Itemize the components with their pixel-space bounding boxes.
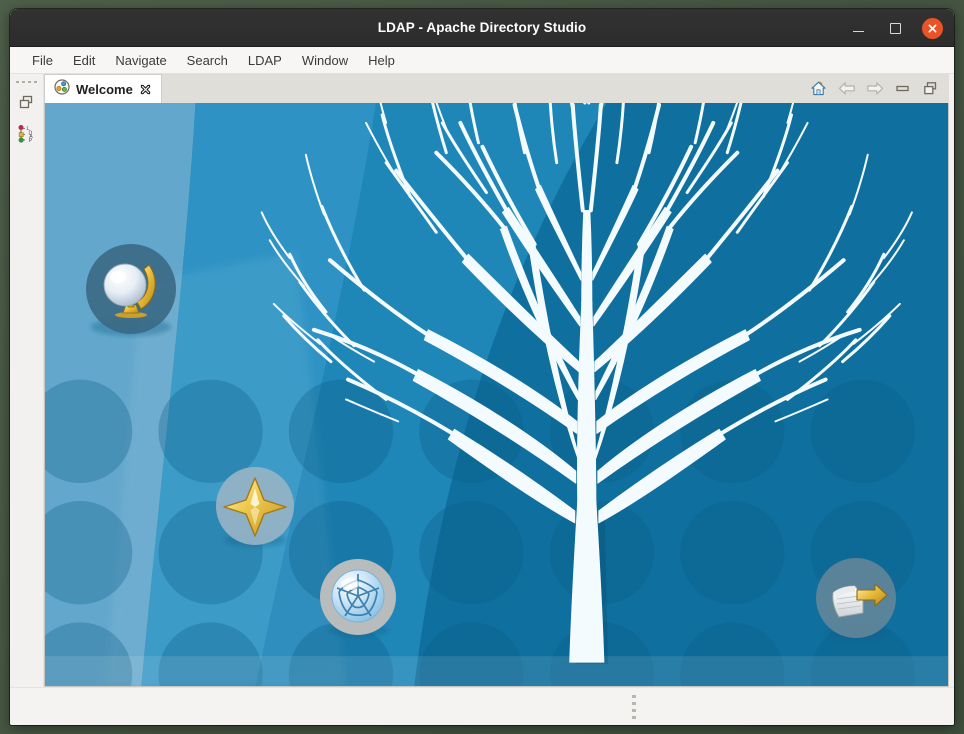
status-bar	[10, 687, 954, 725]
rail-drag-handle[interactable]	[15, 78, 38, 85]
menu-item-edit[interactable]: Edit	[63, 50, 105, 71]
restore-view-icon[interactable]	[13, 89, 41, 115]
desktop-background: LDAP - Apache Directory Studio File Edit…	[0, 0, 964, 734]
menu-item-ldap[interactable]: LDAP	[238, 50, 292, 71]
welcome-nav-workbench[interactable]	[813, 557, 899, 643]
editor-area: Welcome	[44, 74, 954, 687]
application-window: LDAP - Apache Directory Studio File Edit…	[10, 9, 954, 725]
maximize-icon	[889, 22, 901, 34]
close-icon[interactable]	[139, 82, 153, 96]
maximize-view-icon[interactable]	[921, 79, 940, 98]
back-arrow-icon[interactable]	[837, 79, 856, 98]
workbench: L D A P Welcome	[10, 74, 954, 687]
resize-grip[interactable]	[632, 695, 636, 719]
tab-welcome[interactable]: Welcome	[44, 74, 162, 103]
welcome-nav-overview[interactable]	[83, 243, 179, 339]
close-icon	[921, 17, 943, 39]
ldap-browser-icon[interactable]: L D A P	[13, 121, 41, 147]
editor-tab-bar: Welcome	[44, 74, 949, 103]
window-controls	[846, 9, 944, 47]
maximize-button[interactable]	[883, 16, 907, 40]
menu-item-window[interactable]: Window	[292, 50, 358, 71]
left-fast-view-bar: L D A P	[10, 74, 44, 687]
editor-toolbar	[809, 74, 949, 103]
menu-item-help[interactable]: Help	[358, 50, 405, 71]
welcome-icon	[54, 78, 70, 100]
minimize-view-icon[interactable]	[893, 79, 912, 98]
title-bar: LDAP - Apache Directory Studio	[10, 9, 954, 47]
welcome-page	[44, 103, 949, 687]
minimize-icon	[852, 30, 864, 33]
menu-item-navigate[interactable]: Navigate	[105, 50, 176, 71]
svg-text:P: P	[28, 138, 32, 144]
minimize-button[interactable]	[846, 16, 870, 40]
home-icon[interactable]	[809, 79, 828, 98]
tab-label: Welcome	[76, 81, 133, 97]
menu-bar: File Edit Navigate Search LDAP Window He…	[10, 47, 954, 74]
window-title: LDAP - Apache Directory Studio	[377, 20, 587, 35]
menu-item-file[interactable]: File	[22, 50, 63, 71]
close-button[interactable]	[920, 16, 944, 40]
welcome-nav-whats-new[interactable]	[213, 466, 297, 550]
forward-arrow-icon[interactable]	[865, 79, 884, 98]
welcome-nav-tutorials[interactable]	[317, 558, 399, 640]
menu-item-search[interactable]: Search	[177, 50, 238, 71]
